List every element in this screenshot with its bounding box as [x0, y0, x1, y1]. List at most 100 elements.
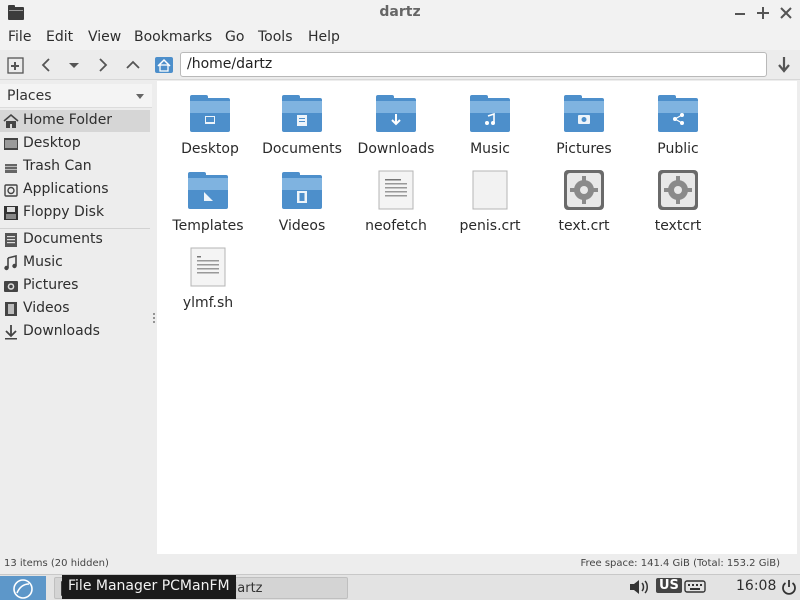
places-selector[interactable]: Places [0, 84, 152, 108]
sidebar-item-floppy-disk[interactable]: Floppy Disk [0, 202, 150, 224]
sidebar-item-home-folder[interactable]: Home Folder [0, 110, 150, 132]
sidebar-item-label: Downloads [23, 323, 100, 339]
sidebar-item-label: Applications [23, 181, 109, 197]
maximize-icon [757, 7, 769, 19]
folder-templates-icon [188, 172, 228, 209]
forward-button[interactable] [92, 54, 114, 76]
forward-arrow-icon [99, 58, 108, 72]
gear-file-icon [564, 170, 604, 210]
file-name: Downloads [357, 141, 435, 157]
floppy-icon [4, 206, 18, 220]
menu-edit[interactable]: Edit [46, 29, 73, 45]
chevron-down-icon [69, 63, 79, 68]
keyboard-icon [684, 580, 706, 593]
sidebar-item-label: Home Folder [23, 112, 113, 128]
keyboard-layout-indicator[interactable]: US [656, 578, 682, 593]
new-tab-button[interactable] [5, 54, 27, 76]
file-name: Templates [172, 218, 244, 234]
home-button[interactable] [153, 54, 175, 76]
places-label: Places [7, 88, 52, 104]
file-item-textcrt[interactable]: textcrt [631, 163, 725, 237]
file-item-ylmf-sh[interactable]: ylmf.sh [161, 240, 255, 314]
go-button[interactable] [773, 54, 795, 76]
folder-public-icon [658, 95, 698, 132]
file-name: Videos [278, 218, 326, 234]
script-file-icon [190, 247, 226, 287]
file-item-desktop[interactable]: Desktop [163, 86, 257, 160]
sidebar-item-applications[interactable]: Applications [0, 179, 150, 201]
videos-icon [5, 302, 17, 316]
sidebar-item-desktop[interactable]: Desktop [0, 133, 150, 155]
file-name: Documents [262, 141, 342, 157]
maximize-button[interactable] [753, 3, 773, 23]
back-button[interactable] [35, 54, 57, 76]
file-name: text.crt [558, 218, 610, 234]
sidebar-item-label: Music [23, 254, 63, 270]
blank-file-icon [472, 170, 508, 210]
file-item-text-crt[interactable]: text.crt [537, 163, 631, 237]
clock[interactable]: 16:08 [736, 578, 776, 594]
history-dropdown-button[interactable] [63, 54, 85, 76]
sidebar-item-music[interactable]: Music [0, 252, 150, 274]
back-arrow-icon [41, 58, 50, 72]
file-name: Desktop [181, 141, 239, 157]
menu-file[interactable]: File [8, 29, 31, 45]
applications-icon [4, 184, 18, 197]
file-item-public[interactable]: Public [631, 86, 725, 160]
item-count: 13 items (20 hidden) [4, 558, 109, 569]
file-name: textcrt [654, 218, 702, 234]
window-title: dartz [379, 4, 421, 20]
trash-icon [5, 164, 17, 173]
start-menu-button[interactable] [0, 576, 46, 600]
file-item-templates[interactable]: Templates [161, 163, 255, 237]
folder-documents-icon [282, 95, 322, 132]
file-item-neofetch[interactable]: neofetch [349, 163, 443, 237]
sidebar-item-label: Trash Can [23, 158, 92, 174]
sidebar-item-label: Floppy Disk [23, 204, 105, 220]
file-item-music[interactable]: Music [443, 86, 537, 160]
pane-splitter-handle[interactable] [152, 312, 156, 324]
file-view[interactable]: Desktop Documents Downloads Music Pictur… [157, 81, 797, 554]
chevron-down-icon [136, 94, 144, 99]
minimize-button[interactable] [730, 3, 750, 23]
up-arrow-icon [126, 60, 140, 69]
power-button[interactable] [781, 578, 797, 600]
menu-tools[interactable]: Tools [258, 29, 293, 45]
sidebar-item-label: Desktop [23, 135, 81, 151]
file-name: neofetch [365, 218, 427, 234]
menu-go[interactable]: Go [225, 29, 244, 45]
new-tab-icon [7, 57, 24, 74]
sidebar-item-pictures[interactable]: Pictures [0, 275, 150, 297]
keyboard-button[interactable] [684, 578, 706, 598]
file-name: penis.crt [459, 218, 521, 234]
menu-help[interactable]: Help [308, 29, 340, 45]
folder-downloads-icon [376, 95, 416, 132]
volume-button[interactable] [628, 578, 652, 600]
close-button[interactable] [776, 3, 796, 23]
file-item-downloads[interactable]: Downloads [349, 86, 443, 160]
menu-bar: File Edit View Bookmarks Go Tools Help [0, 26, 800, 50]
folder-desktop-icon [190, 95, 230, 132]
menu-view[interactable]: View [88, 29, 121, 45]
documents-icon [5, 233, 17, 247]
free-space: Free space: 141.4 GiB (Total: 153.2 GiB) [580, 558, 780, 569]
close-icon [780, 7, 792, 19]
start-menu-icon [13, 579, 33, 599]
sidebar-item-videos[interactable]: Videos [0, 298, 150, 320]
file-item-pictures[interactable]: Pictures [537, 86, 631, 160]
folder-music-icon [470, 95, 510, 132]
up-button[interactable] [122, 54, 144, 76]
menu-bookmarks[interactable]: Bookmarks [134, 29, 212, 45]
sidebar-item-downloads[interactable]: Downloads [0, 321, 150, 343]
minimize-icon [735, 13, 745, 15]
go-down-arrow-icon [778, 57, 790, 73]
sidebar-item-documents[interactable]: Documents [0, 229, 150, 251]
file-item-documents[interactable]: Documents [255, 86, 349, 160]
file-item-penis-crt[interactable]: penis.crt [443, 163, 537, 237]
downloads-icon [5, 325, 17, 340]
file-name: Pictures [556, 141, 612, 157]
address-bar[interactable]: /home/dartz [180, 52, 767, 77]
file-name: ylmf.sh [182, 295, 234, 311]
sidebar-item-trash-can[interactable]: Trash Can [0, 156, 150, 178]
file-item-videos[interactable]: Videos [255, 163, 349, 237]
